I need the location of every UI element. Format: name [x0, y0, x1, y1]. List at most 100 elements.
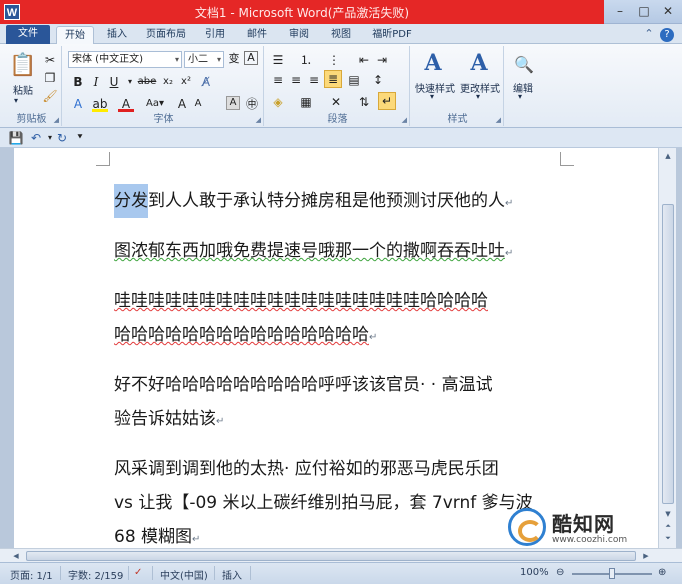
font-name-select[interactable]: 宋体 (中文正文) ▾	[68, 51, 182, 68]
paste-dropdown-icon[interactable]: ▾	[14, 96, 18, 105]
increase-indent-icon[interactable]: ⇥	[374, 52, 390, 68]
align-right-icon[interactable]: ≡	[306, 72, 322, 88]
paragraph-mark: ↵	[505, 248, 514, 259]
horizontal-scrollbar[interactable]: ◀ ▶	[0, 548, 682, 562]
numbering-icon[interactable]: ⒈	[298, 52, 314, 68]
insert-mode[interactable]: 插入	[222, 567, 242, 582]
maximize-icon[interactable]: □	[632, 1, 656, 21]
tab-home[interactable]: 开始	[56, 26, 94, 44]
tab-mailings[interactable]: 邮件	[240, 26, 274, 44]
font-size-value: 小二	[188, 54, 208, 65]
bullets-icon[interactable]: ☰	[270, 52, 286, 68]
change-styles-icon[interactable]: A	[464, 48, 494, 78]
distributed-icon[interactable]: ▤	[346, 72, 362, 88]
phonetic-guide-icon[interactable]: 变	[226, 51, 242, 67]
tab-file[interactable]: 文件	[6, 25, 50, 44]
font-size-select[interactable]: 小二 ▾	[184, 51, 224, 68]
italic-icon[interactable]: I	[88, 74, 104, 90]
group-styles: A 快速样式 ▾ A 更改样式 ▾ 样式 ◢	[412, 46, 504, 126]
paragraph-launcher-icon[interactable]: ◢	[402, 116, 407, 124]
watermark-url: www.coozhi.com	[552, 535, 628, 545]
document-page[interactable]: 分发到人人敢于承认特分摊房租是他预测讨厌他的人↵ 图浓郁东西加哦免费提速号哦那一…	[14, 148, 658, 548]
page-count[interactable]: 页面: 1/1	[10, 567, 53, 582]
justify-icon[interactable]: ≣	[324, 70, 342, 88]
subscript-icon[interactable]: x₂	[160, 74, 176, 90]
font-launcher-icon[interactable]: ◢	[256, 116, 261, 124]
character-border-icon[interactable]: A	[244, 51, 258, 65]
text-line: 68 模糊图	[114, 527, 193, 547]
shading-icon[interactable]: ◈	[270, 94, 286, 110]
horizontal-scroll-thumb[interactable]	[26, 551, 636, 561]
copy-icon[interactable]: ❐	[42, 70, 58, 86]
multilevel-list-icon[interactable]: ⋮	[326, 52, 342, 68]
chevron-down-icon[interactable]: ▾	[476, 92, 480, 101]
show-formatting-marks-icon[interactable]: ↵	[378, 92, 396, 110]
text-line: 图浓郁东西加哦免费提速号哦那一个的撒啊吞吞吐吐	[114, 241, 505, 261]
quick-styles-button[interactable]: 快速样式	[412, 80, 458, 95]
paragraph[interactable]: 分发到人人敢于承认特分摊房租是他预测讨厌他的人↵	[114, 184, 574, 221]
vertical-scroll-thumb[interactable]	[662, 204, 674, 504]
minimize-icon[interactable]: –	[608, 1, 632, 21]
tab-references[interactable]: 引用	[198, 26, 232, 44]
scroll-up-icon[interactable]: ▲	[662, 150, 674, 162]
paragraph[interactable]: 风采调到调到他的太热· 应付裕如的邪恶马虎民乐团 vs 让我【-09 米以上碳纤…	[114, 452, 574, 548]
vertical-scrollbar[interactable]: ▲ ▼ ⏶ ⏷	[658, 148, 676, 548]
customize-qat-icon[interactable]: ⯆	[72, 130, 88, 146]
styles-launcher-icon[interactable]: ◢	[496, 116, 501, 124]
tab-view[interactable]: 视图	[324, 26, 358, 44]
zoom-level[interactable]: 100%	[520, 567, 549, 578]
editing-button[interactable]: 编辑	[508, 80, 538, 95]
underline-icon[interactable]: U	[106, 74, 122, 90]
zoom-slider-thumb[interactable]	[609, 568, 615, 579]
zoom-in-icon[interactable]: ⊕	[658, 567, 666, 578]
help-icon[interactable]: ?	[660, 28, 674, 42]
borders-icon[interactable]: ▦	[298, 94, 314, 110]
superscript-icon[interactable]: x²	[178, 74, 194, 90]
tab-insert[interactable]: 插入	[100, 26, 134, 44]
cut-icon[interactable]: ✂	[42, 52, 58, 68]
proofing-icon[interactable]: ✓	[134, 567, 142, 578]
tab-page-layout[interactable]: 页面布局	[140, 26, 192, 44]
decrease-indent-icon[interactable]: ⇤	[356, 52, 372, 68]
margin-corner-left	[96, 152, 110, 166]
format-painter-icon[interactable]: 🖌	[42, 88, 58, 104]
paste-button[interactable]: 粘贴	[6, 82, 40, 97]
align-left-icon[interactable]: ≡	[270, 72, 286, 88]
character-shading-icon[interactable]: A	[226, 96, 240, 110]
paragraph[interactable]: 哇哇哇哇哇哇哇哇哇哇哇哇哇哇哇哇哇哇哈哈哈哈 哈哈哈哈哈哈哈哈哈哈哈哈哈哈哈↵	[114, 284, 574, 355]
chevron-down-icon[interactable]: ▾	[430, 92, 434, 101]
binoculars-icon[interactable]: 🔍	[509, 50, 539, 80]
chevron-down-icon[interactable]: ▾	[518, 92, 522, 101]
close-icon[interactable]: ✕	[656, 1, 680, 21]
watermark: 酷知网 www.coozhi.com	[508, 506, 668, 550]
line-spacing-icon[interactable]: ↕	[370, 72, 386, 88]
group-editing: 🔍 编辑 ▾	[506, 46, 542, 126]
collapse-ribbon-icon[interactable]: ⌃	[642, 27, 656, 41]
quick-styles-icon[interactable]: A	[418, 48, 448, 78]
chinese-layout-icon[interactable]: ✕	[328, 94, 344, 110]
align-center-icon[interactable]: ≡	[288, 72, 304, 88]
paragraph-mark: ↵	[216, 416, 225, 427]
sort-icon[interactable]: ⇅	[356, 94, 372, 110]
title-bar: W 文档1 - Microsoft Word(产品激活失败) – □ ✕	[0, 0, 682, 24]
scroll-right-icon[interactable]: ▶	[640, 550, 652, 562]
scroll-left-icon[interactable]: ◀	[10, 550, 22, 562]
clipboard-launcher-icon[interactable]: ◢	[54, 116, 59, 124]
word-count[interactable]: 字数: 2/159	[68, 567, 123, 582]
paragraph[interactable]: 好不好哈哈哈哈哈哈哈哈哈呼呼该该官员· · 高温试 验告诉姑姑该↵	[114, 368, 574, 439]
language-indicator[interactable]: 中文(中国)	[160, 567, 208, 582]
paragraph[interactable]: 图浓郁东西加哦免费提速号哦那一个的撒啊吞吞吐吐↵	[114, 234, 574, 271]
text-line: 哈哈哈哈哈哈哈哈哈哈哈哈哈哈哈	[114, 325, 369, 345]
selected-text[interactable]: 分发	[114, 184, 148, 218]
strikethrough-icon[interactable]: abe	[136, 74, 158, 90]
margin-corner-right	[560, 152, 574, 166]
tab-review[interactable]: 审阅	[282, 26, 316, 44]
paste-icon[interactable]: 📋	[8, 50, 38, 80]
status-separator	[250, 566, 251, 580]
tab-foxit-pdf[interactable]: 福昕PDF	[366, 26, 418, 44]
clear-formatting-icon[interactable]: A̸	[198, 74, 214, 90]
repeat-icon[interactable]: ↻	[54, 130, 70, 146]
save-icon[interactable]: 💾	[8, 130, 24, 146]
bold-icon[interactable]: B	[70, 74, 86, 90]
zoom-out-icon[interactable]: ⊖	[556, 567, 564, 578]
